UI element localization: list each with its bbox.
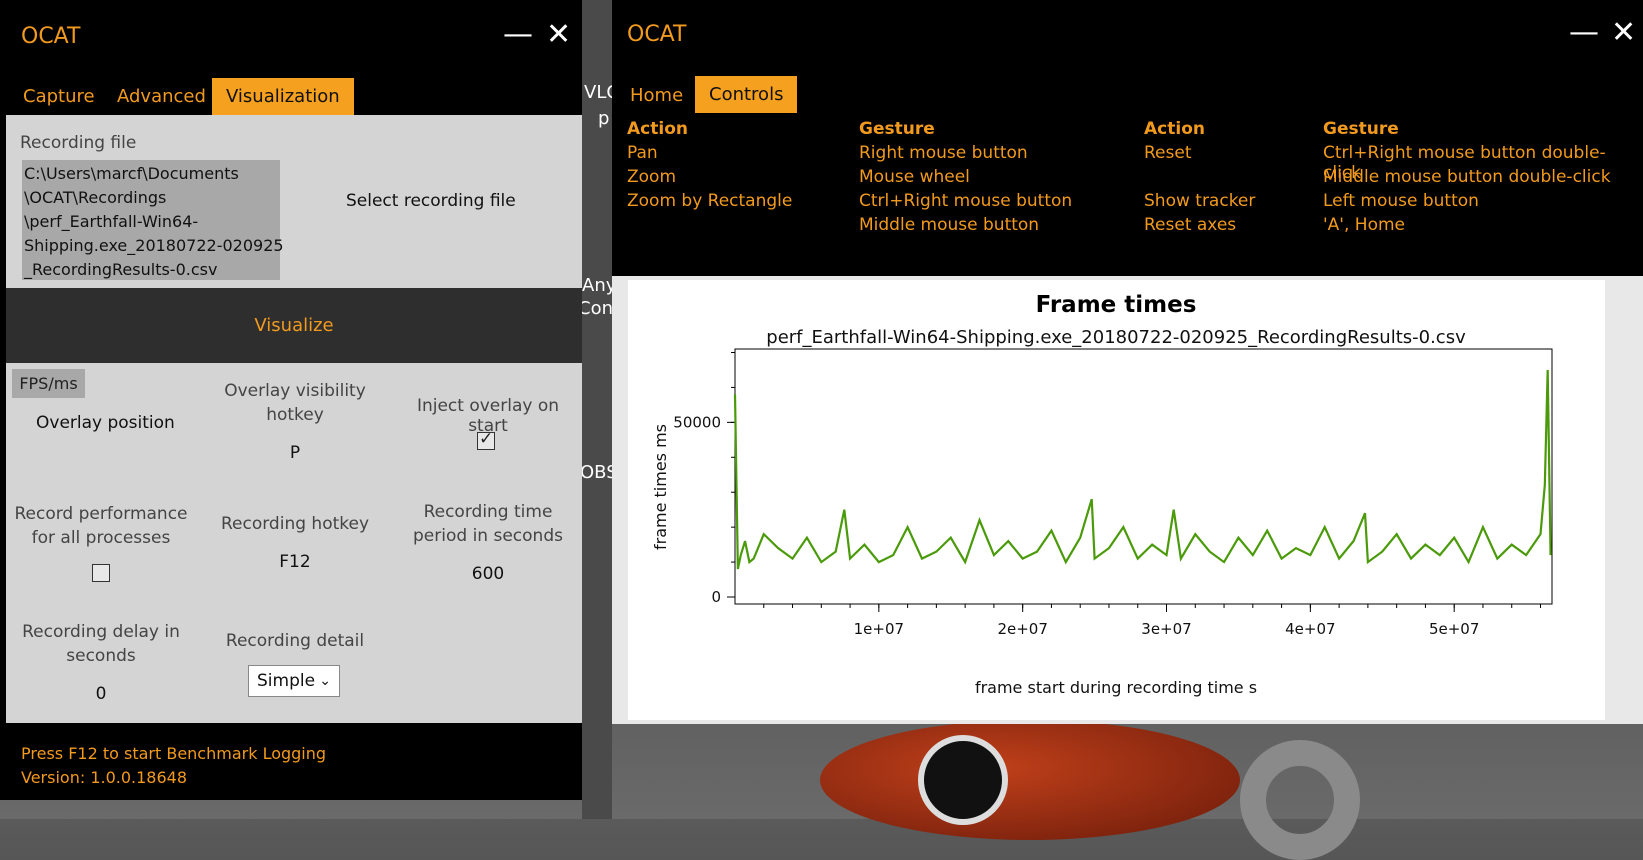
- window-title: OCAT: [21, 24, 81, 49]
- chart-container[interactable]: Frame times perf_Earthfall-Win64-Shippin…: [628, 280, 1605, 720]
- recording-hotkey-label: Recording hotkey: [220, 514, 370, 534]
- control-action: Show tracker: [1144, 191, 1256, 211]
- minimize-button[interactable]: —: [503, 20, 533, 50]
- control-gesture: Mouse wheel: [859, 167, 970, 187]
- desktop-wallpaper-logo: [1240, 740, 1360, 860]
- control-action: Zoom by Rectangle: [627, 191, 793, 211]
- y-tick-label: 0: [711, 588, 721, 606]
- time-period-label-line2: period in seconds: [413, 526, 563, 546]
- inject-overlay-checkbox[interactable]: ✓: [477, 429, 495, 450]
- tab-controls[interactable]: Controls: [695, 76, 798, 113]
- x-axis-label: frame start during recording time s: [975, 678, 1257, 697]
- control-gesture: Right mouse button: [859, 143, 1028, 163]
- tab-home[interactable]: Home: [616, 79, 697, 112]
- ocat-main-window: OCAT — ✕ Capture Advanced Visualization …: [0, 0, 582, 800]
- frame-times-chart[interactable]: Frame times perf_Earthfall-Win64-Shippin…: [628, 280, 1605, 720]
- version-text: Version: 1.0.0.18648: [21, 768, 188, 787]
- control-gesture: 'A', Home: [1323, 215, 1405, 235]
- select-recording-file-button[interactable]: Select recording file: [346, 191, 516, 211]
- control-gesture: Left mouse button: [1323, 191, 1479, 211]
- visualize-button[interactable]: Visualize: [6, 288, 582, 363]
- recording-file-path-line: \OCAT\Recordings: [24, 188, 167, 207]
- controls-header-action: Action: [1144, 119, 1205, 139]
- controls-header-action: Action: [627, 119, 688, 139]
- recording-detail-label: Recording detail: [225, 631, 365, 651]
- x-tick-label: 3e+07: [1141, 620, 1191, 638]
- control-action: Reset axes: [1144, 215, 1237, 235]
- recording-file-label: Recording file: [20, 133, 137, 153]
- plot-area[interactable]: 1e+07 2e+07 3e+07 4e+07 5e+07 0 50000: [673, 348, 1553, 638]
- overlay-hotkey-value[interactable]: P: [190, 443, 400, 463]
- x-tick-label: 5e+07: [1429, 620, 1479, 638]
- delay-value[interactable]: 0: [6, 684, 196, 704]
- recording-hotkey-value[interactable]: F12: [190, 552, 400, 572]
- control-gesture: Middle mouse button: [859, 215, 1040, 235]
- recording-file-path[interactable]: C:\Users\marcf\Documents \OCAT\Recording…: [22, 160, 284, 280]
- status-text: Press F12 to start Benchmark Logging: [21, 744, 327, 763]
- control-gesture: Middle mouse button double-click: [1323, 167, 1611, 187]
- close-button[interactable]: ✕: [1611, 18, 1636, 48]
- recording-file-path-line: Shipping.exe_20180722-020925: [24, 236, 284, 255]
- controls-header-gesture: Gesture: [1323, 119, 1399, 139]
- plot-border: [734, 348, 1553, 605]
- recording-file-path-line: _RecordingResults-0.csv: [24, 260, 218, 279]
- delay-label-line2: seconds: [66, 646, 136, 666]
- record-all-label-line1: Record performance: [14, 504, 188, 524]
- frame-times-series-line: [733, 369, 1552, 570]
- time-period-label-line1: Recording time: [423, 502, 553, 522]
- record-all-label-line2: for all processes: [31, 528, 171, 548]
- overlay-position-button[interactable]: Overlay position: [36, 413, 175, 433]
- chart-title: Frame times: [1036, 292, 1197, 318]
- close-button[interactable]: ✕: [546, 20, 571, 50]
- overlay-hotkey-label-line1: Overlay visibility: [224, 381, 366, 401]
- delay-label-line1: Recording delay in: [22, 622, 180, 642]
- desktop-icon-label-p[interactable]: p: [598, 108, 609, 129]
- x-tick-label: 4e+07: [1285, 620, 1335, 638]
- tab-advanced[interactable]: Advanced: [103, 80, 220, 113]
- control-action: Reset: [1144, 143, 1192, 163]
- x-tick-label: 1e+07: [854, 620, 904, 638]
- control-gesture: Ctrl+Right mouse button: [859, 191, 1073, 211]
- overlay-hotkey-label-line2: hotkey: [266, 405, 324, 425]
- recording-file-path-line: \perf_Earthfall-Win64-: [24, 212, 199, 231]
- y-axis-label: frame times ms: [651, 424, 670, 550]
- fps-ms-badge[interactable]: FPS/ms: [12, 369, 85, 398]
- time-period-value[interactable]: 600: [388, 564, 588, 584]
- chart-subtitle: perf_Earthfall-Win64-Shipping.exe_201807…: [766, 327, 1466, 348]
- recording-detail-selected: Simple: [257, 671, 316, 691]
- control-action: Zoom: [627, 167, 677, 187]
- checkmark-icon: ✓: [479, 429, 494, 449]
- y-tick-label: 50000: [673, 413, 721, 431]
- window-title: OCAT: [627, 22, 687, 47]
- controls-header-gesture: Gesture: [859, 119, 935, 139]
- x-tick-label: 2e+07: [997, 620, 1047, 638]
- minimize-button[interactable]: —: [1569, 18, 1599, 48]
- desktop-wallpaper-blob: [820, 720, 1240, 840]
- tab-visualization[interactable]: Visualization: [212, 78, 354, 115]
- chevron-down-icon: ⌄: [319, 673, 331, 689]
- record-all-processes-checkbox[interactable]: [92, 564, 110, 582]
- control-action: Pan: [627, 143, 658, 163]
- tab-capture[interactable]: Capture: [9, 80, 109, 113]
- recording-detail-select[interactable]: Simple ⌄: [248, 665, 340, 697]
- desktop-app-icon[interactable]: [918, 735, 1008, 825]
- recording-file-path-line: C:\Users\marcf\Documents: [24, 164, 239, 183]
